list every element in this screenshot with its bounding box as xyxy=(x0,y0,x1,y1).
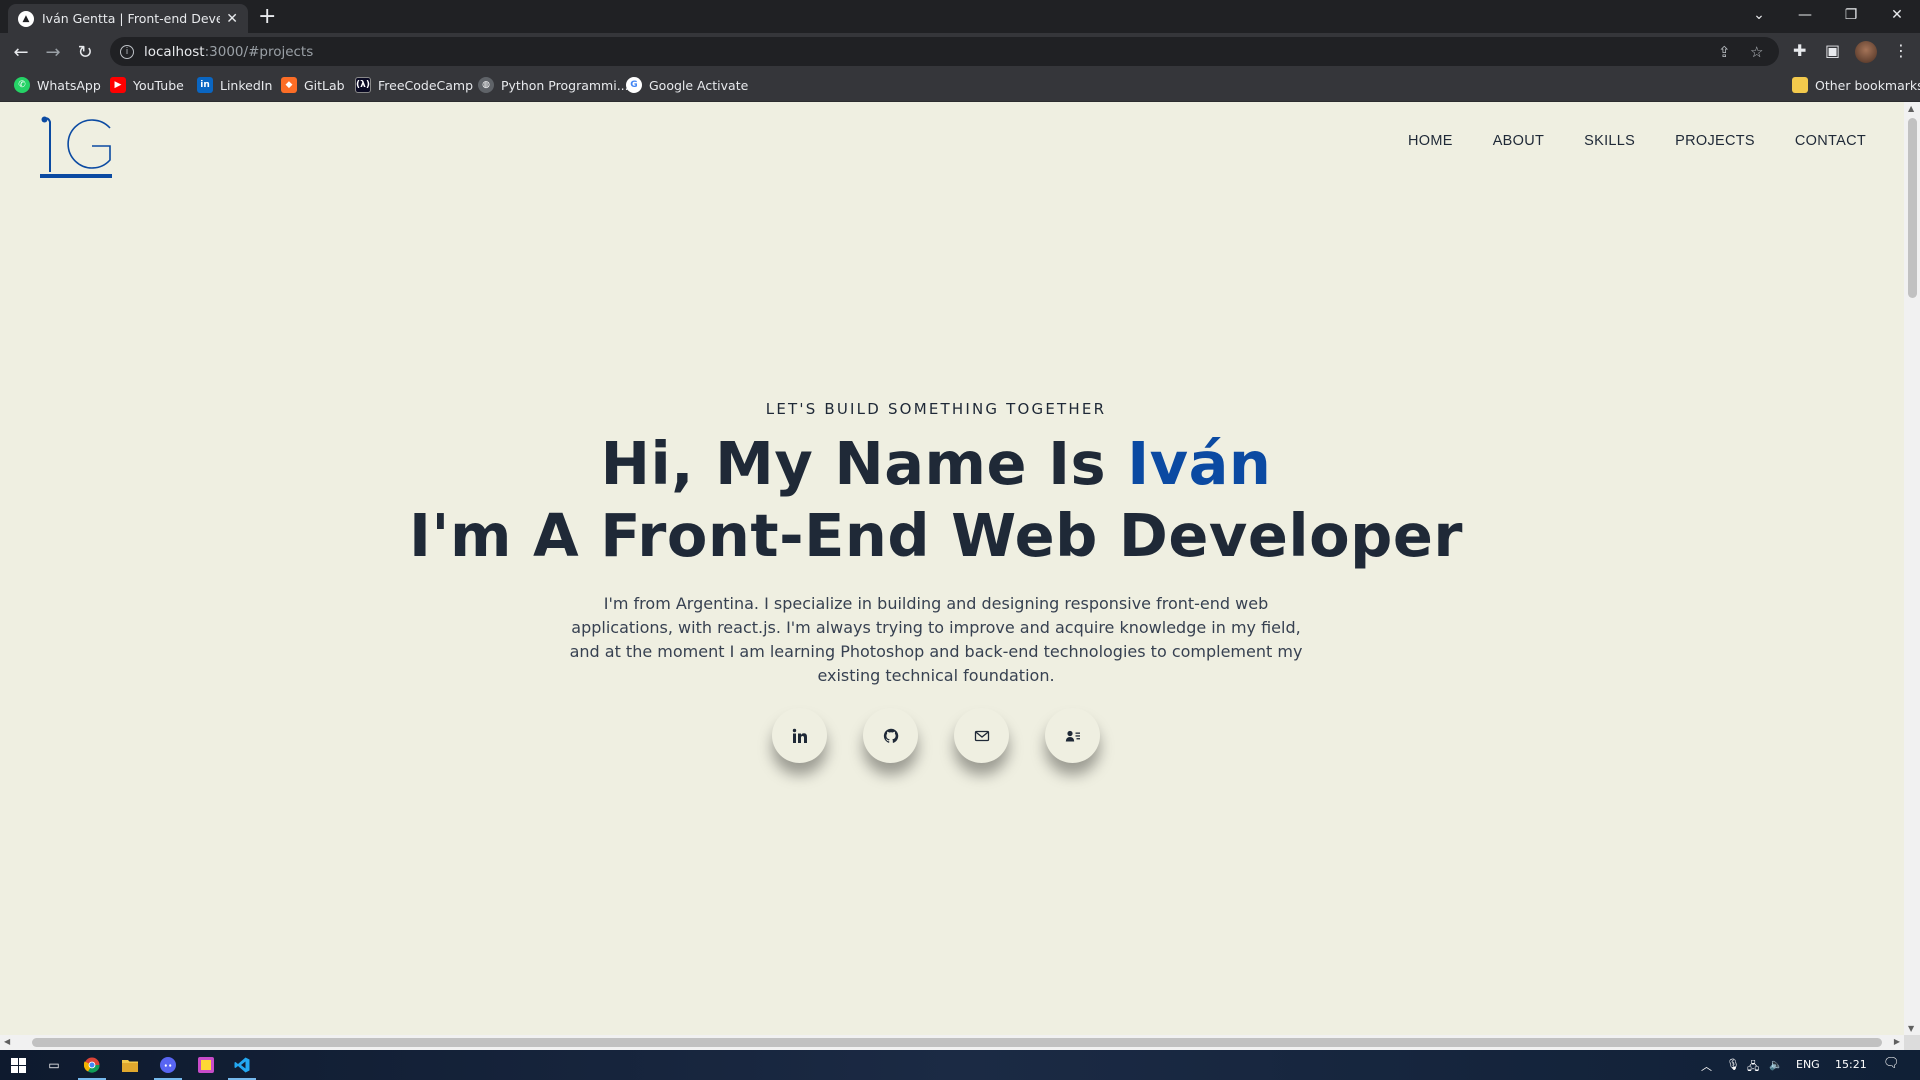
linkedin-icon xyxy=(792,728,807,743)
hero-description: I'm from Argentina. I specialize in buil… xyxy=(569,594,1303,685)
windows-start-icon[interactable] xyxy=(8,1055,28,1075)
minimize-button[interactable]: — xyxy=(1782,0,1828,30)
clock[interactable]: 15:21 xyxy=(1835,1058,1867,1071)
bookmark-label: WhatsApp xyxy=(37,77,101,93)
vertical-scrollbar[interactable]: ▲ ▼ xyxy=(1904,102,1920,1035)
hero-eyebrow: LET'S BUILD SOMETHING TOGETHER xyxy=(765,400,1107,418)
share-icon[interactable]: ⇪ xyxy=(1718,43,1731,61)
site-info-icon[interactable]: i xyxy=(120,44,134,59)
restore-button[interactable]: ❐ xyxy=(1828,0,1874,30)
bookmark-label: LinkedIn xyxy=(220,77,273,93)
other-bookmarks-label: Other bookmarks xyxy=(1815,77,1920,93)
headline-line1-prefix: Hi, My Name Is xyxy=(600,429,1128,498)
headline-line2: I'm A Front-End Web Developer xyxy=(408,501,1463,570)
scroll-down-arrow-icon[interactable]: ▼ xyxy=(1908,1024,1914,1033)
language-indicator[interactable]: ENG xyxy=(1796,1058,1820,1071)
windows-taskbar: ▭ ︿ 🎙 🖧 🔈 ENG 15:21 🗨 xyxy=(0,1050,1920,1080)
mail-icon xyxy=(974,730,989,741)
email-button[interactable] xyxy=(954,708,1009,763)
profile-avatar[interactable] xyxy=(1855,41,1877,63)
contact-card-button[interactable] xyxy=(1045,708,1100,763)
bookmark-star-icon[interactable]: ☆ xyxy=(1750,43,1763,61)
headline-name: Iván xyxy=(1127,429,1272,498)
close-window-button[interactable]: ✕ xyxy=(1874,0,1920,30)
url-path: :3000/#projects xyxy=(204,43,314,60)
url-host: localhost xyxy=(144,43,205,60)
show-hidden-icons-icon[interactable]: ︿ xyxy=(1701,1058,1712,1074)
tab-title: Iván Gentta | Front-end Developer xyxy=(42,11,221,26)
horizontal-scroll-thumb[interactable] xyxy=(32,1038,1882,1047)
ig-logo[interactable] xyxy=(40,114,116,180)
page-viewport: HOME ABOUT SKILLS PROJECTS CONTACT LET'S… xyxy=(0,102,1904,1035)
back-button[interactable]: ← xyxy=(9,40,33,64)
bookmark-whatsapp[interactable]: ✆ WhatsApp xyxy=(14,77,101,93)
bookmark-linkedin[interactable]: in LinkedIn xyxy=(197,77,272,93)
bookmark-label: Google Activate xyxy=(649,77,749,93)
volume-icon[interactable]: 🔈 xyxy=(1769,1058,1783,1071)
scroll-right-arrow-icon[interactable]: ▶ xyxy=(1894,1037,1900,1046)
discord-icon[interactable] xyxy=(154,1055,182,1080)
close-tab-icon[interactable]: ✕ xyxy=(226,11,238,27)
horizontal-scrollbar[interactable]: ◀ ▶ xyxy=(0,1035,1904,1050)
google-icon: G xyxy=(626,77,642,93)
bookmark-youtube[interactable]: ▶ YouTube xyxy=(110,77,184,93)
nav-about[interactable]: ABOUT xyxy=(1493,133,1544,149)
gitlab-icon: ◆ xyxy=(281,77,297,93)
new-tab-button[interactable]: + xyxy=(258,6,276,28)
other-bookmarks[interactable]: Other bookmarks xyxy=(1792,77,1920,93)
main-nav: HOME ABOUT SKILLS PROJECTS CONTACT xyxy=(1408,133,1866,149)
freecodecamp-icon: (λ) xyxy=(355,77,371,93)
youtube-icon: ▶ xyxy=(110,77,126,93)
browser-tab-strip: ▲ Iván Gentta | Front-end Developer ✕ + … xyxy=(0,0,1920,33)
python-icon: ◍ xyxy=(478,77,494,93)
reload-button[interactable]: ↻ xyxy=(73,40,97,64)
chrome-taskbar-icon[interactable] xyxy=(78,1055,106,1080)
nav-home[interactable]: HOME xyxy=(1408,133,1453,149)
bookmark-label: Python Programmi... xyxy=(501,77,629,93)
bookmark-freecodecamp[interactable]: (λ) FreeCodeCamp xyxy=(355,77,473,93)
scroll-up-arrow-icon[interactable]: ▲ xyxy=(1908,104,1914,113)
vscode-icon[interactable] xyxy=(228,1055,256,1080)
bookmarks-bar: ✆ WhatsApp ▶ YouTube in LinkedIn ◆ GitLa… xyxy=(0,71,1920,102)
bookmark-label: YouTube xyxy=(133,77,184,93)
file-explorer-icon[interactable] xyxy=(120,1055,140,1075)
nav-skills[interactable]: SKILLS xyxy=(1584,133,1635,149)
scrollbar-corner xyxy=(1904,1035,1920,1050)
bookmark-label: GitLab xyxy=(304,77,345,93)
vertical-scroll-thumb[interactable] xyxy=(1908,118,1917,298)
social-links xyxy=(0,708,1872,763)
paint-app-icon[interactable] xyxy=(196,1055,216,1075)
browser-tab[interactable]: ▲ Iván Gentta | Front-end Developer ✕ xyxy=(8,4,248,33)
linkedin-icon: in xyxy=(197,77,213,93)
bookmark-gitlab[interactable]: ◆ GitLab xyxy=(281,77,345,93)
bookmark-google-activate[interactable]: G Google Activate xyxy=(626,77,748,93)
hero-section: LET'S BUILD SOMETHING TOGETHER Hi, My Na… xyxy=(0,400,1872,763)
address-bar[interactable]: i localhost:3000/#projects ⇪ ☆ xyxy=(110,37,1779,66)
microphone-icon[interactable]: 🎙 xyxy=(1726,1058,1740,1071)
contact-card-icon xyxy=(1065,730,1080,741)
bookmark-label: FreeCodeCamp xyxy=(378,77,474,93)
folder-icon xyxy=(1792,77,1808,93)
task-view-icon[interactable]: ▭ xyxy=(44,1055,64,1075)
nav-contact[interactable]: CONTACT xyxy=(1795,133,1866,149)
extensions-icon[interactable]: ✚ xyxy=(1793,41,1806,60)
github-button[interactable] xyxy=(863,708,918,763)
network-icon[interactable]: 🖧 xyxy=(1747,1058,1759,1077)
browser-toolbar: ← → ↻ i localhost:3000/#projects ⇪ ☆ ✚ ▣… xyxy=(0,33,1920,71)
bookmark-python[interactable]: ◍ Python Programmi... xyxy=(478,77,629,93)
menu-kebab-icon[interactable]: ⋮ xyxy=(1893,41,1909,60)
nav-projects[interactable]: PROJECTS xyxy=(1675,133,1755,149)
github-icon xyxy=(883,728,898,743)
scroll-left-arrow-icon[interactable]: ◀ xyxy=(4,1037,10,1046)
whatsapp-icon: ✆ xyxy=(14,77,30,93)
notifications-icon[interactable]: 🗨 xyxy=(1883,1056,1900,1071)
site-favicon-icon: ▲ xyxy=(18,10,34,27)
linkedin-button[interactable] xyxy=(772,708,827,763)
forward-button[interactable]: → xyxy=(41,40,65,64)
tab-search-icon[interactable]: ⌄ xyxy=(1736,0,1782,30)
side-panel-icon[interactable]: ▣ xyxy=(1825,41,1840,60)
hero-headline: Hi, My Name Is Iván I'm A Front-End Web … xyxy=(0,428,1872,572)
